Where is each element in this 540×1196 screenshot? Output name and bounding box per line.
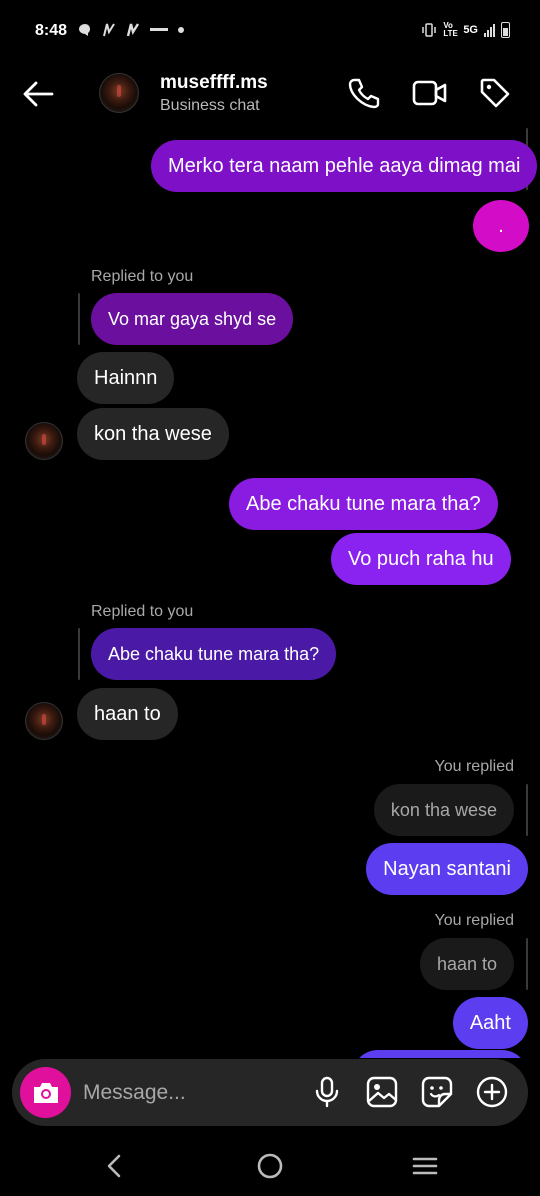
app-notification-icon [103,23,115,37]
incoming-message[interactable]: Hainnn [77,352,175,404]
camera-icon [33,1082,58,1103]
outgoing-message[interactable]: Aaht [452,997,528,1049]
incoming-message[interactable]: kon tha wese [77,408,229,460]
notification-icons [78,22,184,38]
label-button[interactable] [478,76,512,110]
quoted-message[interactable]: Vo mar gaya shyd se [91,293,294,345]
status-right: Vo LTE 5G [421,22,510,38]
sticker-button[interactable] [420,1075,454,1109]
outgoing-message[interactable]: Merko tera naam pehle aaya dimag mai [151,140,538,192]
microphone-icon [315,1076,339,1108]
signal-icon [484,23,495,37]
quote-line [526,784,528,836]
message-input[interactable] [83,1073,303,1113]
sticker-icon [421,1076,453,1108]
tag-icon [480,78,510,108]
contact-avatar[interactable] [99,73,139,113]
outgoing-message-partial[interactable] [352,1050,528,1058]
outgoing-message[interactable]: Vo puch raha hu [331,533,511,585]
network-indicator: 5G [463,24,478,36]
sender-avatar[interactable] [25,702,63,740]
quoted-message[interactable]: Abe chaku tune mara tha? [91,628,337,680]
nav-recents-button[interactable] [409,1150,441,1182]
reply-label: You replied [434,758,514,775]
reply-label: Replied to you [91,603,194,620]
app-notification-icon-2 [126,23,140,37]
nav-menu-icon [412,1157,438,1175]
plus-icon [476,1076,508,1108]
quoted-message[interactable]: kon tha wese [373,784,514,836]
chat-notification-icon [79,24,90,36]
quote-line [78,293,80,345]
audio-call-button[interactable] [346,76,380,110]
chat-header: museffff.ms Business chat [0,62,540,128]
system-nav-bar [0,1136,540,1196]
incoming-message[interactable]: haan to [77,688,178,740]
voice-message-button[interactable] [310,1075,344,1109]
quote-line [78,628,80,680]
vibrate-icon [422,23,437,37]
quote-line [526,938,528,990]
reply-label: You replied [434,912,514,929]
outgoing-message[interactable]: Abe chaku tune mara tha? [229,478,498,530]
status-time: 8:48 [35,22,68,39]
more-options-button[interactable] [475,1075,509,1109]
outgoing-message[interactable]: Nayan santani [366,843,528,895]
contact-name[interactable]: museffff.ms [160,72,268,94]
video-call-button[interactable] [412,76,447,110]
nav-back-button[interactable] [98,1150,130,1182]
outgoing-message[interactable]: . [473,200,529,252]
app-notification-icon-3 [150,28,168,31]
back-button[interactable] [20,76,56,112]
back-arrow-icon [23,81,54,107]
quoted-message[interactable]: haan to [419,938,514,990]
gallery-button[interactable] [365,1075,399,1109]
message-composer [12,1059,528,1126]
dot-icon [178,27,184,33]
camera-button[interactable] [20,1067,71,1118]
nav-home-button[interactable] [254,1150,286,1182]
gallery-icon [366,1076,398,1108]
status-bar: 8:48 Vo LTE 5G [0,0,540,62]
battery-icon [501,22,510,38]
volte-indicator: Vo LTE [443,21,458,38]
video-icon [412,80,447,106]
sender-avatar[interactable] [25,422,63,460]
message-thread[interactable]: Merko tera naam pehle aaya dimag mai . R… [0,128,540,1058]
contact-subtitle: Business chat [160,97,260,114]
nav-back-icon [107,1154,121,1178]
reply-label: Replied to you [91,268,194,285]
nav-home-icon [257,1153,283,1179]
phone-icon [348,78,380,109]
